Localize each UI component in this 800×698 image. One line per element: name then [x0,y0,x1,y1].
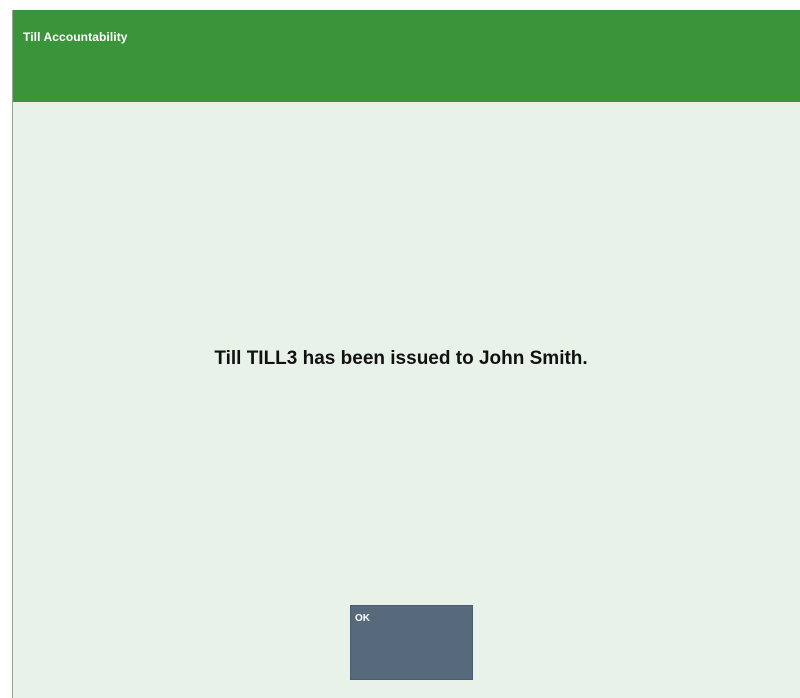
till-accountability-window: Till Accountability Till TILL3 has been … [12,10,800,698]
ok-button-label: OK [355,613,370,624]
confirmation-message: Till TILL3 has been issued to John Smith… [214,348,588,369]
ok-button[interactable]: OK [350,605,473,680]
title-bar: Till Accountability [13,10,800,102]
window-title: Till Accountability [23,30,128,44]
